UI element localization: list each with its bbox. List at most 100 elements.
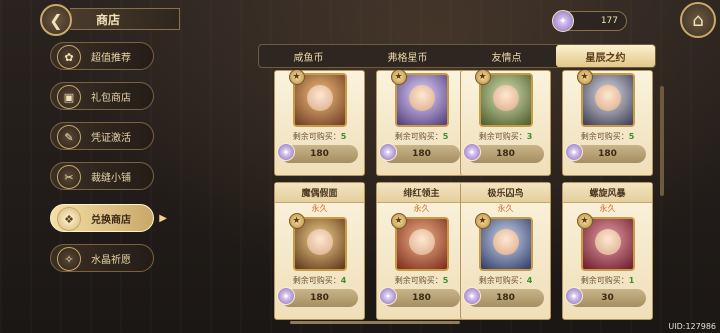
star-gem-icon: ✦: [277, 143, 295, 161]
character-face: [408, 85, 435, 111]
sidebar-item-exchange-shop[interactable]: ❖ 兑换商店 ▶: [50, 204, 167, 232]
back-button[interactable]: ❮: [40, 4, 72, 36]
buy-button[interactable]: ✦ 180: [463, 287, 544, 307]
currency-tabs: 咸鱼币 弗格星币 友情点 星辰之约: [258, 44, 656, 68]
sidebar-item-label: 水晶祈愿: [91, 254, 131, 266]
character-face: [492, 85, 519, 111]
remaining-count: 剩余可购买：4: [275, 275, 364, 287]
item-duration: 永久: [311, 204, 328, 213]
buy-button[interactable]: ✦ 180: [277, 287, 358, 307]
page-title-text: 商店: [96, 12, 121, 27]
star-gem-icon: ✦: [565, 287, 583, 305]
shop-item-card[interactable]: 螺旋风暴 永久 ★ 剩余可购买：1 ✦ 30: [562, 182, 653, 320]
exchange-icon: ❖: [57, 207, 81, 231]
buy-button[interactable]: ✦ 180: [463, 143, 544, 163]
remaining-label: 剩余可购买：: [292, 132, 341, 141]
page-title: 商店: [70, 8, 180, 30]
crystal-icon: ✧: [57, 247, 81, 271]
remaining-value: 4: [526, 276, 533, 285]
shop-item-card[interactable]: ★ 剩余可购买：5 ✦ 180: [562, 70, 653, 176]
star-gem-icon: ✦: [379, 287, 397, 305]
remaining-value: 5: [628, 132, 635, 141]
remaining-label: 剩余可购买：: [394, 132, 443, 141]
item-portrait: ★: [474, 213, 533, 271]
item-duration: 永久: [497, 204, 514, 213]
sidebar-item-voucher-activate[interactable]: ✎ 凭证激活: [50, 122, 154, 150]
shop-item-card[interactable]: ★ 剩余可购买：5 ✦ 180: [274, 70, 365, 176]
tab-salted-fish-coin[interactable]: 咸鱼币: [259, 45, 358, 67]
character-face: [306, 85, 333, 111]
sidebar-item-label: 凭证激活: [91, 132, 131, 144]
back-arrow-icon: ❮: [49, 10, 63, 30]
remaining-value: 5: [340, 132, 347, 141]
sidebar-item-value-recommend[interactable]: ✿ 超值推荐: [50, 42, 154, 70]
remaining-value: 3: [526, 132, 533, 141]
rarity-star-icon: ★: [288, 213, 305, 229]
buy-button[interactable]: ✦ 30: [565, 287, 646, 307]
quill-icon: ✎: [57, 125, 81, 149]
user-id: UID:127986: [668, 322, 716, 331]
price-value: 180: [310, 149, 329, 159]
gift-icon: ▣: [57, 85, 81, 109]
currency-counter[interactable]: ✦ 177: [552, 10, 627, 32]
remaining-value: 5: [442, 132, 449, 141]
shop-item-card[interactable]: ★ 剩余可购买：3 ✦ 180: [460, 70, 551, 176]
shop-item-card[interactable]: 极乐囚鸟 永久 ★ 剩余可购买：4 ✦ 180: [460, 182, 551, 320]
remaining-label: 剩余可购买：: [478, 276, 527, 285]
character-face: [594, 229, 621, 255]
character-face: [306, 229, 333, 255]
rarity-star-icon: ★: [390, 70, 407, 85]
shop-item-card[interactable]: 魔偶假面 永久 ★ 剩余可购买：4 ✦ 180: [274, 182, 365, 320]
rarity-star-icon: ★: [390, 213, 407, 229]
buy-button[interactable]: ✦ 180: [565, 143, 646, 163]
remaining-count: 剩余可购买：5: [377, 275, 466, 287]
item-portrait: ★: [390, 70, 449, 127]
buy-button[interactable]: ✦ 180: [277, 143, 358, 163]
price-value: 180: [310, 293, 329, 303]
remaining-count: 剩余可购买：5: [563, 131, 652, 143]
rarity-star-icon: ★: [576, 213, 593, 229]
sidebar-item-crystal-wish[interactable]: ✧ 水晶祈愿: [50, 244, 154, 272]
remaining-count: 剩余可购买：5: [377, 131, 466, 143]
item-title: 绯红领主: [377, 183, 466, 203]
sidebar-item-gift-shop[interactable]: ▣ 礼包商店: [50, 82, 154, 110]
remaining-count: 剩余可购买：3: [461, 131, 550, 143]
tab-friendship-points[interactable]: 友情点: [457, 45, 556, 67]
item-duration: 永久: [413, 204, 430, 213]
character-face: [408, 229, 435, 255]
item-portrait: ★: [576, 213, 635, 271]
currency-amount: 177: [600, 16, 618, 26]
item-title: 极乐囚鸟: [461, 183, 550, 203]
item-title: 螺旋风暴: [563, 183, 652, 203]
star-gem-icon: ✦: [565, 143, 583, 161]
horizontal-scroll-indicator[interactable]: [290, 321, 460, 324]
item-title: 魔偶假面: [275, 183, 364, 203]
remaining-label: 剩余可购买：: [580, 276, 629, 285]
character-face: [492, 229, 519, 255]
tab-star-promise[interactable]: 星辰之约: [556, 45, 655, 67]
star-gem-icon: ✦: [277, 287, 295, 305]
vertical-scrollbar[interactable]: [660, 86, 664, 196]
price-value: 180: [412, 149, 431, 159]
star-gem-icon: ✦: [463, 287, 481, 305]
sidebar-item-label: 裁缝小铺: [91, 172, 131, 184]
shop-item-card[interactable]: ★ 剩余可购买：5 ✦ 180: [376, 70, 467, 176]
sidebar-item-label: 兑换商店: [91, 214, 131, 226]
buy-button[interactable]: ✦ 180: [379, 287, 460, 307]
item-portrait: ★: [474, 70, 533, 127]
shop-item-card[interactable]: 绯红领主 永久 ★ 剩余可购买：5 ✦ 180: [376, 182, 467, 320]
flower-icon: ✿: [57, 45, 81, 69]
scissors-icon: ✂: [57, 165, 81, 189]
price-value: 180: [496, 293, 515, 303]
star-gem-icon: ✦: [379, 143, 397, 161]
buy-button[interactable]: ✦ 180: [379, 143, 460, 163]
sidebar-item-tailor-shop[interactable]: ✂ 裁缝小铺: [50, 162, 154, 190]
home-button[interactable]: ⌂: [680, 2, 716, 38]
home-icon: ⌂: [692, 9, 704, 31]
rarity-star-icon: ★: [576, 70, 593, 85]
remaining-label: 剩余可购买：: [292, 276, 341, 285]
remaining-label: 剩余可购买：: [394, 276, 443, 285]
tab-fuge-star-coin[interactable]: 弗格星币: [358, 45, 457, 67]
price-value: 180: [412, 293, 431, 303]
remaining-count: 剩余可购买：1: [563, 275, 652, 287]
